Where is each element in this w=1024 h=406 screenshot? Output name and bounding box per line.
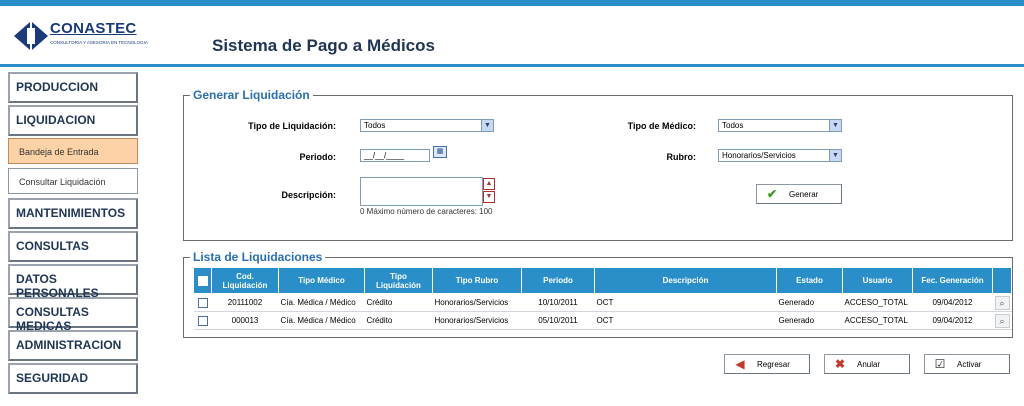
anular-button[interactable]: ✖ Anular	[824, 354, 910, 374]
cell-tipo-rubro: Honorarios/Servicios	[432, 293, 522, 312]
sidebar: PRODUCCION LIQUIDACION Bandeja de Entrad…	[8, 72, 138, 396]
arrow-left-icon: ◀	[735, 357, 745, 371]
cell-cod-liquidacion: 000013	[211, 311, 279, 330]
table-row[interactable]: 000013 Cía. Médica / Médico Crédito Hono…	[193, 311, 1012, 330]
activar-button-label: Activar	[957, 360, 982, 369]
table-row[interactable]: 20111002 Cía. Médica / Médico Crédito Ho…	[193, 293, 1012, 312]
lista-legend: Lista de Liquidaciones	[193, 250, 323, 264]
checkmark-icon: ✔	[766, 187, 778, 201]
tipo-medico-select[interactable]: Todos ▼	[718, 119, 842, 132]
regresar-button-label: Regresar	[757, 360, 790, 369]
logo: CONASTEC CONSULTORIA Y ASESORIA EN TECNO…	[14, 18, 148, 54]
cell-tipo-medico: Cía. Médica / Médico	[278, 293, 365, 312]
header-divider	[0, 64, 1024, 67]
cell-descripcion: OCT	[594, 311, 777, 330]
column-header[interactable]: Estado	[776, 267, 843, 294]
calendar-icon[interactable]: ▦	[433, 146, 447, 158]
chevron-down-icon: ▼	[829, 150, 841, 161]
cell-fec-generacion: 09/04/2012	[912, 293, 993, 312]
anular-button-label: Anular	[857, 360, 881, 369]
cell-tipo-medico: Cía. Médica / Médico	[278, 311, 365, 330]
generar-button-label: Generar	[789, 190, 819, 199]
sidebar-item-mantenimientos[interactable]: MANTENIMIENTOS	[8, 198, 138, 229]
column-header[interactable]: Descripción	[594, 267, 777, 294]
regresar-button[interactable]: ◀ Regresar	[724, 354, 810, 374]
rubro-label: Rubro:	[666, 152, 697, 162]
tipo-liquidacion-value: Todos	[364, 121, 386, 130]
descripcion-textarea[interactable]	[360, 177, 483, 206]
logo-subtitle: CONSULTORIA Y ASESORIA EN TECNOLOGIA	[50, 40, 148, 45]
generar-legend: Generar Liquidación	[193, 88, 310, 102]
column-header[interactable]: Tipo Rubro	[432, 267, 522, 294]
cell-usuario: ACCESO_TOTAL	[842, 311, 913, 330]
select-all-checkbox[interactable]	[197, 275, 208, 286]
column-header[interactable]: Fec. Generación	[912, 267, 993, 294]
header: CONASTEC CONSULTORIA Y ASESORIA EN TECNO…	[0, 6, 1024, 66]
periodo-label: Periodo:	[299, 152, 336, 162]
cell-fec-generacion: 09/04/2012	[912, 311, 993, 330]
rubro-select[interactable]: Honorarios/Servicios ▼	[718, 149, 842, 162]
checkbox-icon: ☑	[934, 357, 946, 371]
logo-text: CONASTEC	[50, 20, 137, 37]
sidebar-item-consultas-medicas[interactable]: CONSULTAS MEDICAS	[8, 297, 138, 333]
cell-tipo-rubro: Honorarios/Servicios	[432, 311, 522, 330]
cell-estado: Generado	[776, 293, 843, 312]
generar-button[interactable]: ✔ Generar	[756, 184, 842, 204]
tipo-medico-label: Tipo de Médico:	[627, 121, 696, 131]
column-header[interactable]: Tipo Médico	[278, 267, 365, 294]
sidebar-subitem-bandeja-entrada[interactable]: Bandeja de Entrada	[8, 138, 138, 164]
sidebar-item-datos-personales[interactable]: DATOS PERSONALES	[8, 264, 138, 300]
sidebar-item-liquidacion[interactable]: LIQUIDACION	[8, 105, 138, 136]
cell-usuario: ACCESO_TOTAL	[842, 293, 913, 312]
row-select-cell	[193, 311, 212, 330]
cell-periodo: 10/10/2011	[521, 293, 595, 312]
column-header[interactable]: Usuario	[842, 267, 913, 294]
periodo-input[interactable]: __/__/____	[360, 149, 430, 162]
cell-tipo-liquidacion: Crédito	[364, 293, 433, 312]
chevron-down-icon: ▼	[481, 120, 493, 131]
liquidaciones-table: Cod. Liquidación Tipo Médico Tipo Liquid…	[193, 267, 1012, 330]
actions-header	[992, 267, 1012, 294]
sidebar-item-consultas[interactable]: CONSULTAS	[8, 231, 138, 262]
descripcion-label: Descripción:	[281, 190, 336, 200]
chevron-down-icon: ▼	[829, 120, 841, 131]
sidebar-item-administracion[interactable]: ADMINISTRACION	[8, 330, 138, 361]
logo-mark-icon	[14, 22, 48, 50]
generar-liquidacion-panel: Generar Liquidación	[183, 88, 1013, 241]
column-header[interactable]: Cod. Liquidación	[211, 267, 279, 294]
cell-descripcion: OCT	[594, 293, 777, 312]
tipo-liquidacion-select[interactable]: Todos ▼	[360, 119, 494, 132]
scroll-down-icon[interactable]: ▼	[483, 191, 495, 203]
row-select-cell	[193, 293, 212, 312]
page-title: Sistema de Pago a Médicos	[212, 36, 435, 55]
sidebar-subitem-consultar-liquidacion[interactable]: Consultar Liquidación	[8, 168, 138, 194]
cell-estado: Generado	[776, 311, 843, 330]
activar-button[interactable]: ☑ Activar	[924, 354, 1010, 374]
descripcion-hint: 0 Máximo número de caracteres: 100	[360, 207, 493, 216]
cell-periodo: 05/10/2011	[521, 311, 595, 330]
row-checkbox[interactable]	[197, 315, 208, 326]
magnifier-icon[interactable]: ⌕	[994, 313, 1010, 328]
row-checkbox[interactable]	[197, 297, 208, 308]
x-icon: ✖	[834, 357, 846, 371]
table-header-row: Cod. Liquidación Tipo Médico Tipo Liquid…	[193, 267, 1012, 294]
cell-tipo-liquidacion: Crédito	[364, 311, 433, 330]
column-header[interactable]: Periodo	[521, 267, 595, 294]
rubro-value: Honorarios/Servicios	[722, 151, 796, 160]
sidebar-item-produccion[interactable]: PRODUCCION	[8, 72, 138, 103]
row-action-cell: ⌕	[992, 311, 1012, 330]
column-header[interactable]: Tipo Liquidación	[364, 267, 433, 294]
tipo-liquidacion-label: Tipo de Liquidación:	[248, 121, 336, 131]
magnifier-icon[interactable]: ⌕	[994, 295, 1010, 310]
cell-cod-liquidacion: 20111002	[211, 293, 279, 312]
row-action-cell: ⌕	[992, 293, 1012, 312]
sidebar-item-seguridad[interactable]: SEGURIDAD	[8, 363, 138, 394]
tipo-medico-value: Todos	[722, 121, 744, 130]
scroll-up-icon[interactable]: ▲	[483, 178, 495, 190]
select-all-cell	[193, 267, 212, 294]
